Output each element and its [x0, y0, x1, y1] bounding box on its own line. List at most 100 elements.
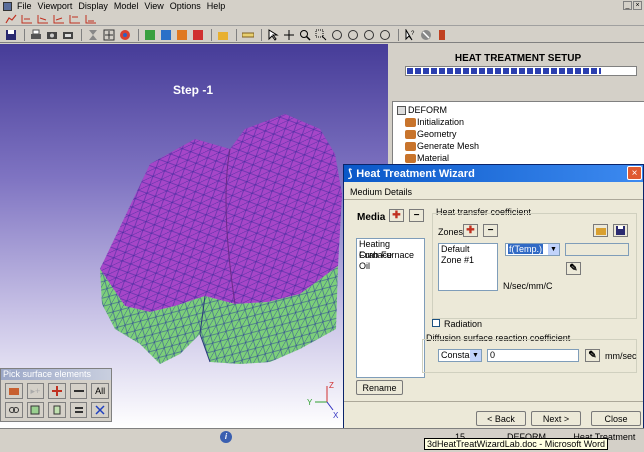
htc-mode-select[interactable]: f(Temp.) ▼ — [505, 243, 560, 256]
color-icon[interactable] — [118, 29, 131, 41]
save-icon[interactable] — [613, 224, 628, 237]
plus-icon[interactable] — [48, 383, 66, 399]
graph-b-icon[interactable] — [36, 13, 49, 25]
tree-item-geometry[interactable]: Geometry — [405, 129, 457, 139]
zones-list[interactable]: Default Zone #1 — [438, 243, 498, 291]
menu-view[interactable]: View — [141, 1, 166, 11]
setup-panel — [392, 44, 644, 84]
setup-panel-title: HEAT TREATMENT SETUP — [454, 53, 582, 64]
chain-icon[interactable] — [5, 402, 23, 418]
diffusion-mode-select[interactable]: Constant ▼ — [438, 349, 482, 362]
remove-media-button[interactable]: − — [409, 209, 424, 222]
pointer-icon[interactable] — [266, 28, 279, 41]
toolbar-separator — [138, 28, 139, 41]
toolbar-top — [0, 12, 644, 26]
menu-display[interactable]: Display — [75, 1, 111, 11]
zone-item[interactable]: Zone #1 — [439, 255, 497, 266]
rows-icon[interactable] — [69, 402, 88, 418]
dot-plus-icon[interactable]: ▸+ — [26, 383, 45, 399]
x-icon[interactable] — [91, 402, 109, 418]
tree-item-initialization[interactable]: Initialization — [405, 117, 464, 127]
close-button[interactable]: Close — [591, 411, 641, 426]
rotate-z-icon[interactable] — [362, 29, 375, 41]
zone-item[interactable]: Default — [439, 244, 497, 255]
square-icon[interactable] — [26, 402, 45, 418]
axis-z-label: Z — [329, 381, 334, 390]
app-icon[interactable] — [3, 1, 12, 11]
view-front-icon[interactable] — [143, 29, 156, 41]
toolbar-separator — [398, 28, 399, 41]
back-button[interactable]: < Back — [476, 411, 526, 426]
move-icon[interactable] — [282, 29, 295, 41]
add-zone-button[interactable]: ✚ — [463, 224, 478, 237]
info-icon[interactable]: i — [220, 431, 232, 443]
view-top-icon[interactable] — [159, 29, 172, 41]
film-icon[interactable] — [61, 29, 74, 41]
menu-help[interactable]: Help — [204, 1, 229, 11]
graph-d-icon[interactable] — [68, 13, 81, 25]
folder-icon[interactable] — [5, 383, 23, 399]
media-item[interactable]: Crab Furnace — [357, 250, 424, 261]
open-folder-icon[interactable] — [593, 224, 608, 237]
gear-icon — [405, 117, 416, 127]
fit-icon[interactable] — [102, 29, 115, 41]
view-iso-icon[interactable] — [191, 29, 204, 41]
graph-c-icon[interactable] — [52, 13, 65, 25]
view-side-icon[interactable] — [175, 29, 188, 41]
menu-options[interactable]: Options — [167, 1, 204, 11]
next-button[interactable]: Next > — [531, 411, 581, 426]
menu-file[interactable]: File — [14, 1, 35, 11]
toolbar-separator — [236, 28, 237, 41]
edit-pencil-icon[interactable]: ✎ — [585, 349, 600, 362]
stop-icon[interactable] — [419, 29, 432, 41]
shape-icon[interactable] — [48, 402, 66, 418]
media-list[interactable]: Heating Furnace Crab Furnace Oil — [356, 238, 425, 378]
gear-icon — [405, 141, 416, 151]
dialog-close-button[interactable]: × — [627, 166, 642, 180]
toolbar-separator — [261, 28, 262, 41]
tree-item-material[interactable]: Material — [405, 153, 449, 163]
htc-value-field[interactable] — [565, 243, 629, 256]
dialog-titlebar[interactable]: ⟆ Heat Treatment Wizard — [344, 165, 643, 182]
select-all-button[interactable]: All — [91, 383, 109, 399]
exit-icon[interactable] — [435, 29, 448, 41]
zoom-icon[interactable] — [298, 29, 311, 41]
minus-icon[interactable] — [69, 383, 88, 399]
radiation-checkbox[interactable] — [432, 319, 440, 327]
tree-root[interactable]: DEFORM — [397, 105, 447, 115]
chevron-down-icon: ▼ — [470, 350, 481, 361]
diffusion-unit-label: mm/sec — [605, 351, 637, 361]
rename-button[interactable]: Rename — [356, 380, 403, 395]
rotate-y-icon[interactable] — [346, 29, 359, 41]
minimize-button[interactable]: _ — [623, 1, 632, 10]
media-item[interactable]: Heating Furnace — [357, 239, 424, 260]
tree-item-label: Material — [417, 153, 450, 163]
rotate-free-icon[interactable] — [378, 29, 391, 41]
gear-icon — [405, 129, 416, 139]
add-media-button[interactable]: ✚ — [389, 209, 404, 222]
axis-y-label: Y — [307, 398, 313, 407]
close-window-button[interactable]: × — [633, 1, 642, 10]
graph-a-icon[interactable] — [20, 13, 33, 25]
edit-pencil-icon[interactable]: ✎ — [566, 262, 581, 275]
camera-icon[interactable] — [45, 29, 58, 41]
open-folder-icon[interactable] — [216, 29, 229, 41]
graph-e-icon[interactable] — [84, 13, 97, 25]
help-pointer-icon[interactable]: ? — [403, 28, 416, 41]
remove-zone-button[interactable]: − — [483, 224, 498, 237]
tree-item-generate-mesh[interactable]: Generate Mesh — [405, 141, 479, 151]
chart-icon[interactable] — [4, 13, 17, 25]
zoom-box-icon[interactable] — [314, 29, 327, 41]
media-item[interactable]: Oil — [357, 261, 424, 272]
menu-viewport[interactable]: Viewport — [35, 1, 76, 11]
rotate-x-icon[interactable] — [330, 29, 343, 41]
folder-tree-icon — [397, 105, 406, 115]
diffusion-value-field[interactable]: 0 — [487, 349, 579, 362]
menu-model[interactable]: Model — [111, 1, 142, 11]
hourglass-icon[interactable] — [86, 29, 99, 41]
print-icon[interactable] — [29, 29, 42, 41]
svg-text:?: ? — [411, 31, 415, 37]
axis-x-label: X — [333, 411, 339, 420]
ruler-icon[interactable] — [241, 29, 254, 41]
save-icon[interactable] — [4, 29, 17, 41]
